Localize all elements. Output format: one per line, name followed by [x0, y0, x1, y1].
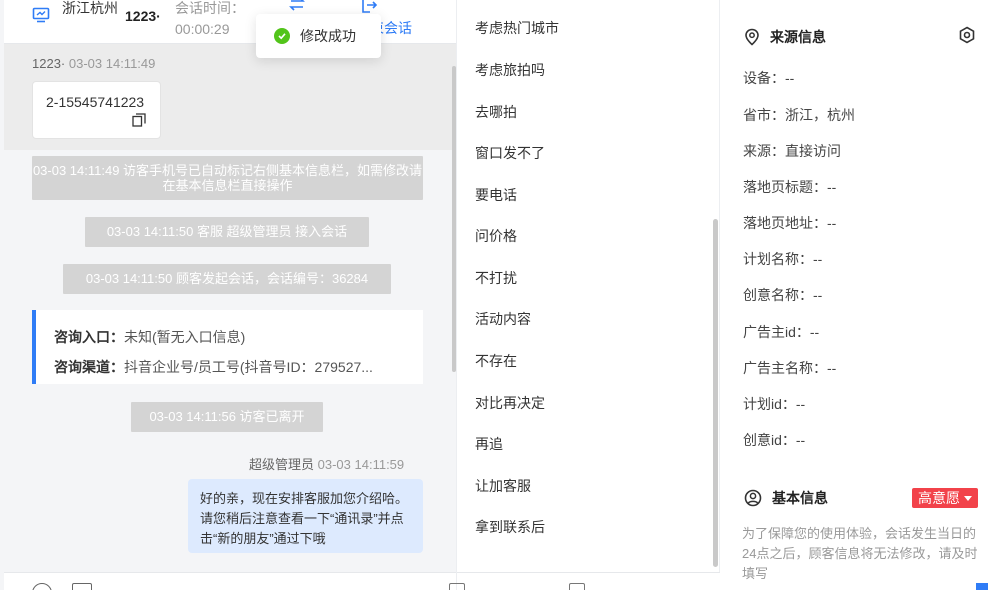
quick-reply-item[interactable]: 再追 — [475, 434, 503, 454]
source-info-title: 来源信息 — [770, 29, 826, 45]
quick-reply-item[interactable]: 拿到联系后 — [475, 517, 545, 537]
check-circle-icon — [274, 28, 290, 44]
image-icon[interactable] — [72, 583, 92, 590]
source-info-item: 广告主名称：-- — [743, 360, 837, 376]
chat-header: 浙江杭州 1223· 会话时间： 00:00:29 束会话 — [4, 0, 456, 44]
source-info-item: 计划名称：-- — [743, 251, 823, 267]
quick-reply-item[interactable]: 问价格 — [475, 226, 517, 246]
toast-text: 修改成功 — [300, 28, 356, 44]
transfer-icon[interactable] — [288, 0, 306, 14]
message-bubble: 2-15545741223 — [32, 81, 161, 139]
consult-info-card: 咨询入口：未知(暂无入口信息) 咨询渠道：抖音企业号/员工号(抖音号ID：279… — [32, 310, 423, 384]
edit-icon[interactable] — [569, 583, 585, 590]
quick-reply-item[interactable]: 考虑热门城市 — [475, 18, 559, 38]
message-sender: 超级管理员 — [249, 457, 315, 472]
system-message: 03-03 14:11:56 访客已离开 — [131, 402, 323, 432]
message-time: 03-03 14:11:49 — [68, 56, 156, 71]
quick-reply-item[interactable]: 窗口发不了 — [475, 143, 545, 163]
source-info-item: 来源：直接访问 — [743, 143, 841, 159]
success-toast: 修改成功 — [256, 14, 381, 58]
source-info-item: 设备：-- — [743, 70, 795, 86]
visitor-info-panel: 来源信息 设备：-- 省市：浙江，杭州 来源：直接访问 落地页标题：-- 落地页… — [720, 0, 988, 590]
copy-icon[interactable] — [132, 113, 146, 127]
quick-reply-item[interactable]: 去哪拍 — [475, 102, 517, 122]
message-sender: 1223· — [32, 56, 66, 71]
source-info-item: 落地页标题：-- — [743, 179, 837, 195]
basic-info-header: 基本信息 — [744, 488, 828, 508]
consult-channel-value: 抖音企业号/员工号(抖音号ID：279527... — [124, 359, 373, 375]
user-circle-icon — [744, 489, 762, 507]
consult-entry-value: 未知(暂无入口信息) — [124, 329, 246, 345]
monitor-icon — [32, 7, 50, 23]
system-message: 03-03 14:11:49 访客手机号已自动标记右侧基本信息栏，如需修改请在基… — [32, 156, 423, 200]
visitor-id: 1223· — [125, 8, 161, 24]
consult-entry-row: 咨询入口：未知(暂无入口信息) — [54, 322, 423, 352]
message-time: 03-03 14:11:59 — [317, 457, 405, 472]
consult-channel-label: 咨询渠道： — [54, 359, 124, 375]
quick-reply-panel: 考虑热门城市 考虑旅拍吗 去哪拍 窗口发不了 要电话 问价格 不打扰 活动内容 … — [449, 0, 721, 590]
source-info-header: 来源信息 — [744, 27, 826, 47]
caret-down-icon — [964, 496, 972, 501]
visitor-city: 浙江杭州 — [62, 0, 118, 16]
message-meta: 1223· 03-03 14:11:49 — [32, 56, 155, 71]
settings-icon[interactable] — [958, 26, 976, 44]
session-time-value: 00:00:29 — [175, 21, 230, 37]
corner-widget[interactable] — [976, 583, 988, 590]
message-meta: 超级管理员 03-03 14:11:59 — [249, 454, 404, 473]
visitor-message: 1223· 03-03 14:11:49 2-15545741223 — [4, 44, 456, 150]
input-toolbar — [4, 572, 456, 590]
system-message: 03-03 14:11:50 顾客发起会话，会话编号：36284 — [63, 264, 391, 294]
end-session-icon[interactable] — [360, 0, 378, 14]
source-info-item: 广告主id：-- — [743, 324, 820, 340]
session-time-label: 会话时间： — [175, 0, 245, 16]
intent-dropdown[interactable]: 高意愿 — [912, 488, 978, 508]
quick-reply-item[interactable]: 要电话 — [475, 185, 517, 205]
source-info-item: 计划id：-- — [743, 396, 806, 412]
panel-footer — [449, 572, 721, 590]
basic-info-notice: 为了保障您的使用体验，会话发生当日的24点之后，顾客信息将无法修改，请及时填写 — [742, 526, 978, 581]
quick-reply-item[interactable]: 对比再决定 — [475, 393, 545, 413]
emoji-icon[interactable] — [32, 583, 52, 590]
source-info-item: 创意名称：-- — [743, 287, 823, 303]
quick-reply-scrollbar[interactable] — [713, 219, 718, 567]
chat-pane: 浙江杭州 1223· 会话时间： 00:00:29 束会话 修改成功 1223·… — [4, 0, 456, 590]
basic-info-title: 基本信息 — [772, 490, 828, 506]
location-pin-icon — [745, 28, 759, 46]
consult-entry-label: 咨询入口： — [54, 329, 124, 345]
folder-icon[interactable] — [449, 583, 465, 590]
quick-reply-item[interactable]: 让加客服 — [475, 476, 531, 496]
quick-reply-item[interactable]: 活动内容 — [475, 309, 531, 329]
consult-channel-row: 咨询渠道：抖音企业号/员工号(抖音号ID：279527... — [54, 352, 423, 382]
agent-message-bubble: 好的亲，现在安排客服加您介绍哈。请您稍后注意查看一下“通讯录”并点击“新的朋友”… — [188, 479, 423, 553]
message-area: 1223· 03-03 14:11:49 2-15545741223 03-03… — [4, 44, 456, 572]
source-info-item: 落地页地址：-- — [743, 215, 837, 231]
quick-reply-item[interactable]: 不打扰 — [475, 268, 517, 288]
source-info-item: 省市：浙江，杭州 — [743, 107, 855, 123]
intent-label: 高意愿 — [918, 490, 960, 506]
quick-reply-item[interactable]: 不存在 — [475, 351, 517, 371]
source-info-item: 创意id：-- — [743, 432, 806, 448]
message-text: 2-15545741223 — [46, 94, 145, 110]
system-message: 03-03 14:11:50 客服 超级管理员 接入会话 — [85, 217, 369, 247]
quick-reply-item[interactable]: 考虑旅拍吗 — [475, 60, 545, 80]
